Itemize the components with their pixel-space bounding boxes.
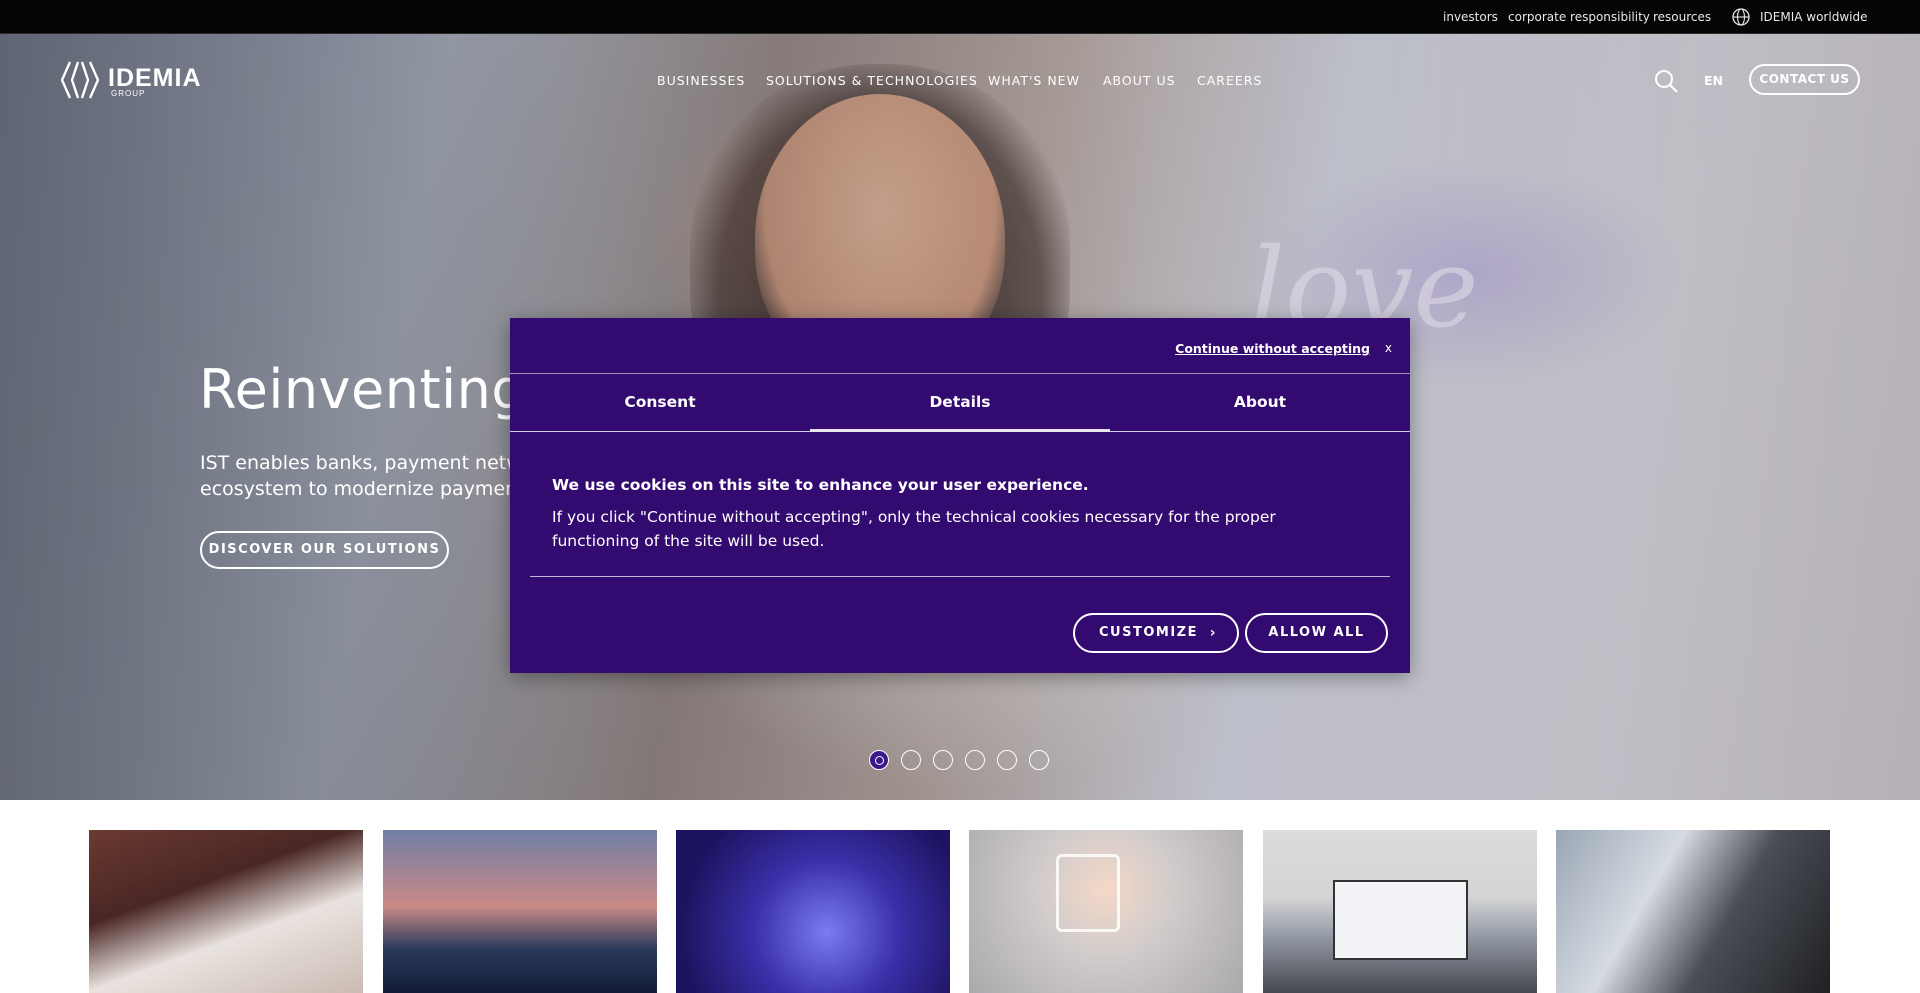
carousel-dot-1[interactable] (869, 750, 889, 770)
nav-solutions-technologies[interactable]: SOLUTIONS & TECHNOLOGIES (766, 73, 978, 88)
nav-whats-new[interactable]: WHAT'S NEW (988, 73, 1080, 88)
news-card-3[interactable] (676, 830, 950, 993)
chevron-right-icon: › (1209, 625, 1217, 641)
news-card-4[interactable] (969, 830, 1243, 993)
nav-about-us[interactable]: ABOUT US (1103, 73, 1176, 88)
carousel-dot-6[interactable] (1029, 750, 1049, 770)
card-image-screen (1333, 880, 1468, 960)
nav-businesses[interactable]: BUSINESSES (657, 73, 745, 88)
idemia-logo-mark (60, 61, 100, 99)
carousel-dot-5[interactable] (997, 750, 1017, 770)
hero-subtitle-line-2: ecosystem to modernize payments (200, 478, 535, 500)
allow-all-button[interactable]: ALLOW ALL (1245, 613, 1388, 653)
tab-about[interactable]: About (1110, 374, 1410, 432)
news-card-5[interactable] (1263, 830, 1537, 993)
cookie-consent-dialog: Continue without accepting x Consent Det… (510, 318, 1410, 673)
hero-subtitle-line-1: IST enables banks, payment netwo (200, 452, 534, 474)
cookie-tabs: Consent Details About (510, 373, 1410, 432)
search-icon[interactable] (1654, 69, 1678, 93)
fingerprint-frame-icon (1056, 854, 1120, 932)
cookie-heading: We use cookies on this site to enhance y… (552, 476, 1089, 494)
hero-subtitle: IST enables banks, payment netwo ecosyst… (200, 450, 535, 502)
nav-careers[interactable]: CAREERS (1197, 73, 1262, 88)
contact-us-button[interactable]: CONTACT US (1749, 64, 1860, 95)
language-selector[interactable]: EN (1704, 73, 1723, 88)
customize-button[interactable]: CUSTOMIZE › (1073, 613, 1239, 653)
carousel-dot-3[interactable] (933, 750, 953, 770)
logo-subtitle: GROUP (111, 89, 146, 98)
continue-without-accepting-link[interactable]: Continue without accepting (1175, 341, 1370, 356)
utility-bar: investors corporate responsibility resou… (0, 0, 1920, 34)
news-card-2[interactable] (383, 830, 657, 993)
cookie-description: If you click "Continue without accepting… (552, 508, 1276, 550)
utility-link-worldwide[interactable]: IDEMIA worldwide (1760, 10, 1867, 24)
utility-link-investors[interactable]: investors (1443, 10, 1498, 24)
tab-details[interactable]: Details (810, 374, 1110, 432)
carousel-dot-2[interactable] (901, 750, 921, 770)
utility-link-resources[interactable]: resources (1653, 10, 1711, 24)
news-card-1[interactable] (89, 830, 363, 993)
tab-consent[interactable]: Consent (510, 374, 810, 432)
carousel-dot-4[interactable] (965, 750, 985, 770)
modal-divider (530, 576, 1390, 577)
idemia-logo[interactable]: IDEMIA GROUP (58, 60, 208, 100)
customize-button-label: CUSTOMIZE (1099, 625, 1198, 640)
globe-icon[interactable] (1731, 7, 1751, 27)
news-card-6[interactable] (1556, 830, 1830, 993)
utility-link-corporate-responsibility[interactable]: corporate responsibility (1508, 10, 1650, 24)
close-icon[interactable]: x (1385, 341, 1392, 355)
discover-solutions-button[interactable]: DISCOVER OUR SOLUTIONS (200, 531, 449, 569)
